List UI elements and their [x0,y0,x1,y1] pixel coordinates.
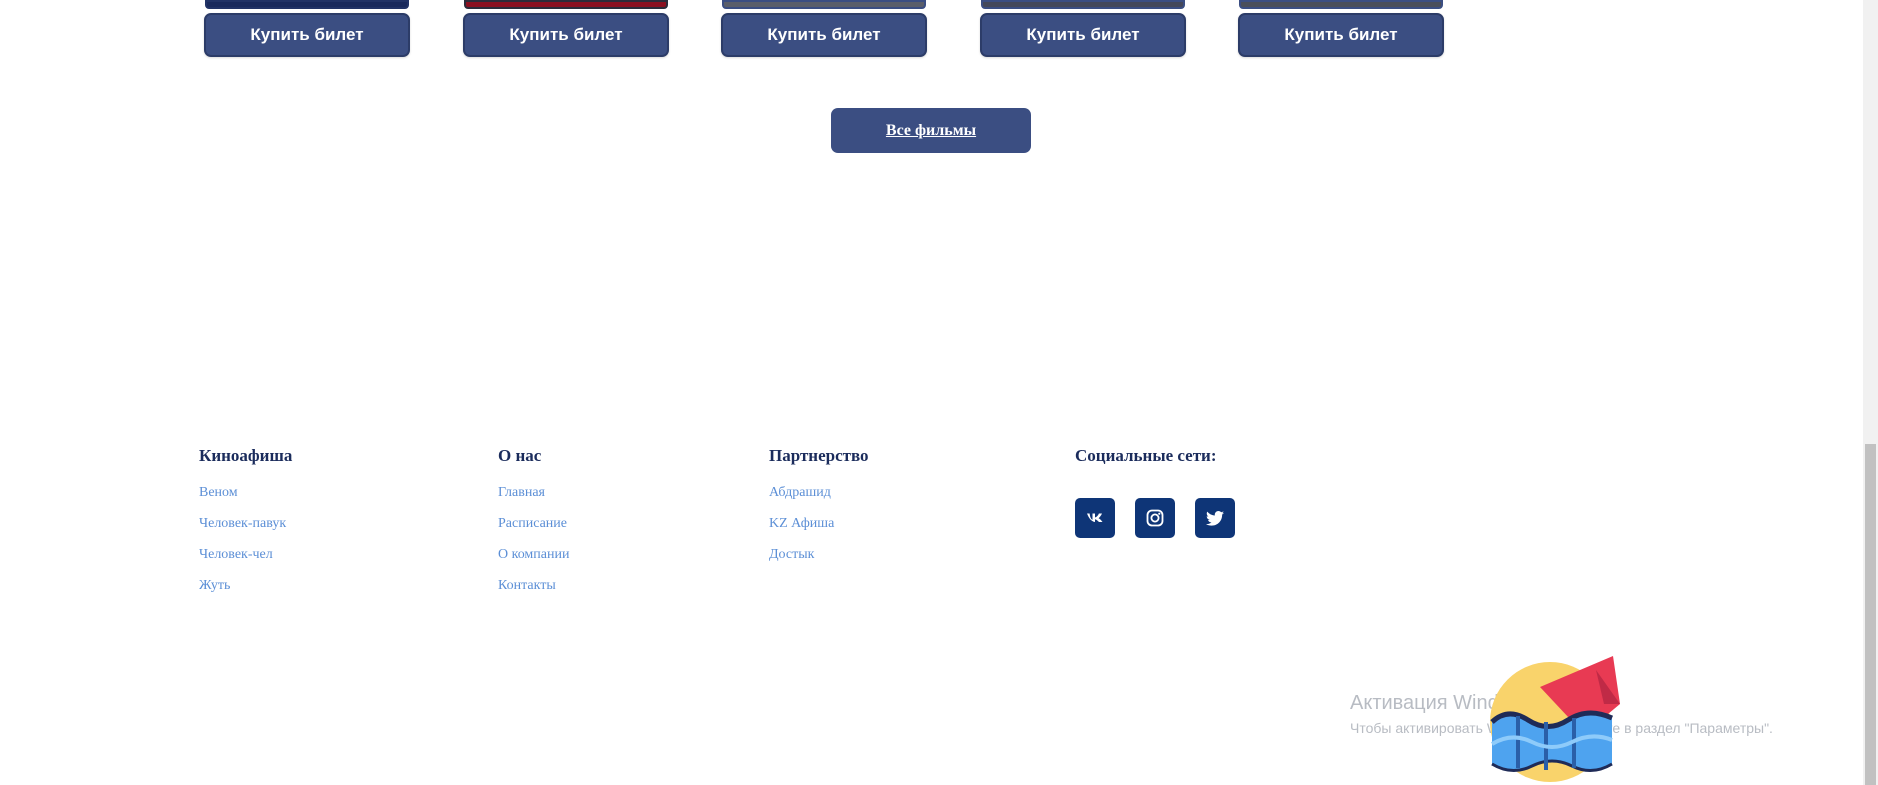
footer-link[interactable]: Веном [199,477,292,508]
movie-poster[interactable] [981,0,1185,9]
footer-link[interactable]: Расписание [498,508,569,539]
scrollbar-thumb[interactable] [1865,444,1876,785]
footer-link[interactable]: Человек-павук [199,508,292,539]
vk-icon[interactable] [1075,498,1115,538]
buy-ticket-button[interactable]: Купить билет [721,13,927,57]
footer-link[interactable]: Достык [769,539,869,570]
movie-poster[interactable] [205,0,409,9]
footer-link[interactable]: Человек-чел [199,539,292,570]
footer-heading: Киноафиша [199,446,293,465]
social-links [1075,498,1235,538]
footer-heading: Социальные сети: [1075,446,1217,465]
all-films-button[interactable]: Все фильмы [831,108,1031,153]
buy-ticket-button[interactable]: Купить билет [463,13,669,57]
footer-column-about: О нас Главная Расписание О компании Конт… [498,446,569,601]
footer-column-social: Социальные сети: [1075,446,1217,477]
footer-link[interactable]: Контакты [498,570,569,601]
instagram-icon[interactable] [1135,498,1175,538]
footer-link[interactable]: Главная [498,477,569,508]
footer-column-movies: Киноафиша Веном Человек-павук Человек-че… [199,446,292,601]
footer-heading: О нас [498,446,542,465]
buy-ticket-button[interactable]: Купить билет [1238,13,1444,57]
buy-ticket-button[interactable]: Купить билет [204,13,410,57]
footer-link[interactable]: Абдрашид [769,477,869,508]
movie-poster[interactable] [722,0,926,9]
footer-column-partnership: Партнерство Абдрашид KZ Афиша Достык [769,446,869,570]
footer-heading: Партнерство [769,446,869,465]
movie-poster[interactable] [1239,0,1443,9]
buy-ticket-button[interactable]: Купить билет [980,13,1186,57]
movie-poster[interactable] [464,0,668,9]
footer-link[interactable]: О компании [498,539,569,570]
page-scrollbar[interactable] [1863,0,1878,785]
twitter-icon[interactable] [1195,498,1235,538]
wave-logo-icon [1490,656,1620,782]
footer-link[interactable]: KZ Афиша [769,508,869,539]
footer-link[interactable]: Жуть [199,570,292,601]
